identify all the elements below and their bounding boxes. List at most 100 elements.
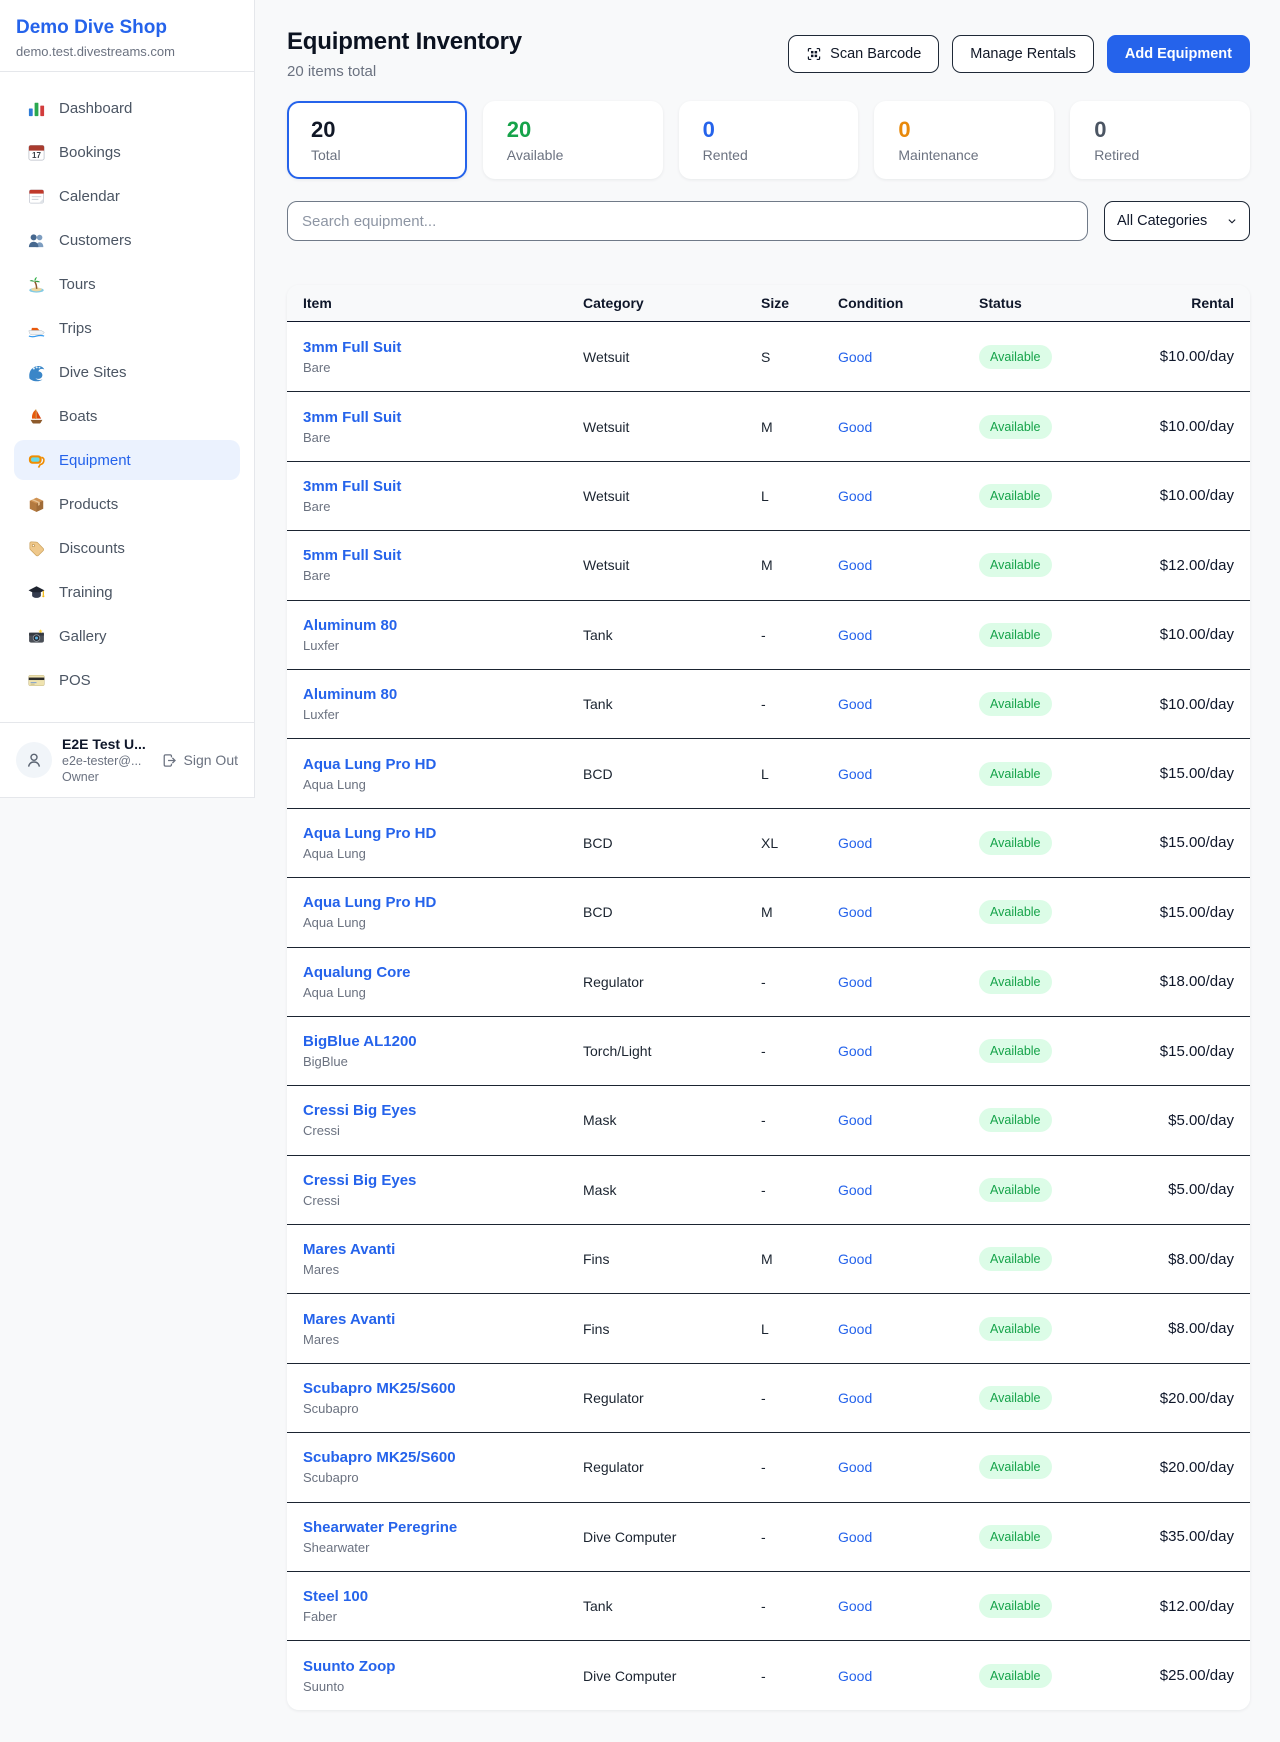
table-row[interactable]: Shearwater Peregrine Shearwater Dive Com…: [287, 1502, 1250, 1571]
table-row[interactable]: Scubapro MK25/S600 Scubapro Regulator - …: [287, 1363, 1250, 1432]
condition-link[interactable]: Good: [838, 419, 872, 435]
condition-link[interactable]: Good: [838, 1321, 872, 1337]
item-link[interactable]: Steel 100: [303, 1588, 368, 1605]
table-row[interactable]: Scubapro MK25/S600 Scubapro Regulator - …: [287, 1432, 1250, 1501]
item-brand: Cressi: [303, 1193, 583, 1208]
table-row[interactable]: 3mm Full Suit Bare Wetsuit S Good Availa…: [287, 322, 1250, 391]
condition-link[interactable]: Good: [838, 974, 872, 990]
item-link[interactable]: 5mm Full Suit: [303, 547, 401, 564]
item-link[interactable]: Aqua Lung Pro HD: [303, 894, 436, 911]
item-link[interactable]: Aqualung Core: [303, 964, 411, 981]
table-row[interactable]: 3mm Full Suit Bare Wetsuit L Good Availa…: [287, 461, 1250, 530]
stat-card-rented[interactable]: 0 Rented: [679, 101, 859, 179]
item-link[interactable]: Suunto Zoop: [303, 1658, 395, 1675]
condition-link[interactable]: Good: [838, 1043, 872, 1059]
products-icon: [26, 494, 46, 514]
sidebar-nav: Dashboard 17 Bookings Calendar Customers…: [0, 72, 254, 722]
table-row[interactable]: 5mm Full Suit Bare Wetsuit M Good Availa…: [287, 530, 1250, 599]
table-row[interactable]: BigBlue AL1200 BigBlue Torch/Light - Goo…: [287, 1016, 1250, 1085]
cell-size: -: [761, 1390, 838, 1406]
item-link[interactable]: Mares Avanti: [303, 1311, 395, 1328]
stat-card-total[interactable]: 20 Total: [287, 101, 467, 179]
scan-barcode-button[interactable]: Scan Barcode: [788, 35, 939, 73]
stat-card-available[interactable]: 20 Available: [483, 101, 663, 179]
condition-link[interactable]: Good: [838, 627, 872, 643]
condition-link[interactable]: Good: [838, 1182, 872, 1198]
stat-card-retired[interactable]: 0 Retired: [1070, 101, 1250, 179]
manage-rentals-button[interactable]: Manage Rentals: [952, 35, 1094, 73]
item-link[interactable]: Aluminum 80: [303, 686, 397, 703]
cell-item: Mares Avanti Mares: [303, 1241, 583, 1277]
item-link[interactable]: Cressi Big Eyes: [303, 1102, 416, 1119]
condition-link[interactable]: Good: [838, 766, 872, 782]
sidebar-item-calendar[interactable]: Calendar: [14, 176, 240, 216]
table-row[interactable]: Aqua Lung Pro HD Aqua Lung BCD XL Good A…: [287, 808, 1250, 877]
condition-link[interactable]: Good: [838, 1459, 872, 1475]
condition-link[interactable]: Good: [838, 1112, 872, 1128]
table-row[interactable]: Aluminum 80 Luxfer Tank - Good Available…: [287, 600, 1250, 669]
table-row[interactable]: Cressi Big Eyes Cressi Mask - Good Avail…: [287, 1155, 1250, 1224]
condition-link[interactable]: Good: [838, 557, 872, 573]
item-link[interactable]: Aqua Lung Pro HD: [303, 825, 436, 842]
sidebar-item-pos[interactable]: POS: [14, 660, 240, 700]
cell-condition: Good: [838, 1668, 979, 1684]
add-equipment-button[interactable]: Add Equipment: [1107, 35, 1250, 73]
sidebar-item-tours[interactable]: Tours: [14, 264, 240, 304]
table-row[interactable]: Aqua Lung Pro HD Aqua Lung BCD M Good Av…: [287, 877, 1250, 946]
cell-item: Cressi Big Eyes Cressi: [303, 1102, 583, 1138]
condition-link[interactable]: Good: [838, 488, 872, 504]
filter-bar: All Categories: [287, 201, 1250, 241]
table-row[interactable]: Aqualung Core Aqua Lung Regulator - Good…: [287, 947, 1250, 1016]
condition-link[interactable]: Good: [838, 1529, 872, 1545]
item-link[interactable]: Scubapro MK25/S600: [303, 1380, 456, 1397]
table-row[interactable]: Cressi Big Eyes Cressi Mask - Good Avail…: [287, 1085, 1250, 1154]
item-link[interactable]: Shearwater Peregrine: [303, 1519, 457, 1536]
sidebar-item-customers[interactable]: Customers: [14, 220, 240, 260]
cell-item: Aqua Lung Pro HD Aqua Lung: [303, 894, 583, 930]
condition-link[interactable]: Good: [838, 904, 872, 920]
item-link[interactable]: 3mm Full Suit: [303, 478, 401, 495]
sidebar-item-equipment[interactable]: Equipment: [14, 440, 240, 480]
table-row[interactable]: Suunto Zoop Suunto Dive Computer - Good …: [287, 1640, 1250, 1709]
item-link[interactable]: BigBlue AL1200: [303, 1033, 417, 1050]
item-link[interactable]: 3mm Full Suit: [303, 409, 401, 426]
table-row[interactable]: Aluminum 80 Luxfer Tank - Good Available…: [287, 669, 1250, 738]
shop-title[interactable]: Demo Dive Shop: [16, 17, 238, 39]
cell-item: Steel 100 Faber: [303, 1588, 583, 1624]
sidebar-item-products[interactable]: Products: [14, 484, 240, 524]
sign-out-button[interactable]: Sign Out: [161, 752, 238, 769]
stat-card-maintenance[interactable]: 0 Maintenance: [874, 101, 1054, 179]
sidebar-item-boats[interactable]: Boats: [14, 396, 240, 436]
condition-link[interactable]: Good: [838, 1668, 872, 1684]
sidebar-item-bookings[interactable]: 17 Bookings: [14, 132, 240, 172]
condition-link[interactable]: Good: [838, 1598, 872, 1614]
item-link[interactable]: Aluminum 80: [303, 617, 397, 634]
item-link[interactable]: Aqua Lung Pro HD: [303, 756, 436, 773]
item-link[interactable]: Cressi Big Eyes: [303, 1172, 416, 1189]
table-row[interactable]: Steel 100 Faber Tank - Good Available $1…: [287, 1571, 1250, 1640]
status-badge: Available: [979, 1247, 1052, 1271]
sidebar-item-label: Training: [59, 584, 113, 601]
table-row[interactable]: Mares Avanti Mares Fins L Good Available…: [287, 1293, 1250, 1362]
sidebar-item-dive-sites[interactable]: Dive Sites: [14, 352, 240, 392]
sidebar-item-trips[interactable]: Trips: [14, 308, 240, 348]
table-row[interactable]: Mares Avanti Mares Fins M Good Available…: [287, 1224, 1250, 1293]
condition-link[interactable]: Good: [838, 1390, 872, 1406]
category-select[interactable]: All Categories: [1104, 201, 1250, 241]
condition-link[interactable]: Good: [838, 1251, 872, 1267]
sidebar-item-discounts[interactable]: Discounts: [14, 528, 240, 568]
page-header: Equipment Inventory 20 items total Scan …: [287, 28, 1250, 80]
table-row[interactable]: 3mm Full Suit Bare Wetsuit M Good Availa…: [287, 391, 1250, 460]
condition-link[interactable]: Good: [838, 696, 872, 712]
sidebar-item-dashboard[interactable]: Dashboard: [14, 88, 240, 128]
sidebar-item-training[interactable]: Training: [14, 572, 240, 612]
sidebar-item-gallery[interactable]: Gallery: [14, 616, 240, 656]
condition-link[interactable]: Good: [838, 835, 872, 851]
search-input[interactable]: [287, 201, 1088, 241]
condition-link[interactable]: Good: [838, 349, 872, 365]
item-link[interactable]: Mares Avanti: [303, 1241, 395, 1258]
table-row[interactable]: Aqua Lung Pro HD Aqua Lung BCD L Good Av…: [287, 738, 1250, 807]
item-link[interactable]: Scubapro MK25/S600: [303, 1449, 456, 1466]
status-badge: Available: [979, 762, 1052, 786]
item-link[interactable]: 3mm Full Suit: [303, 339, 401, 356]
